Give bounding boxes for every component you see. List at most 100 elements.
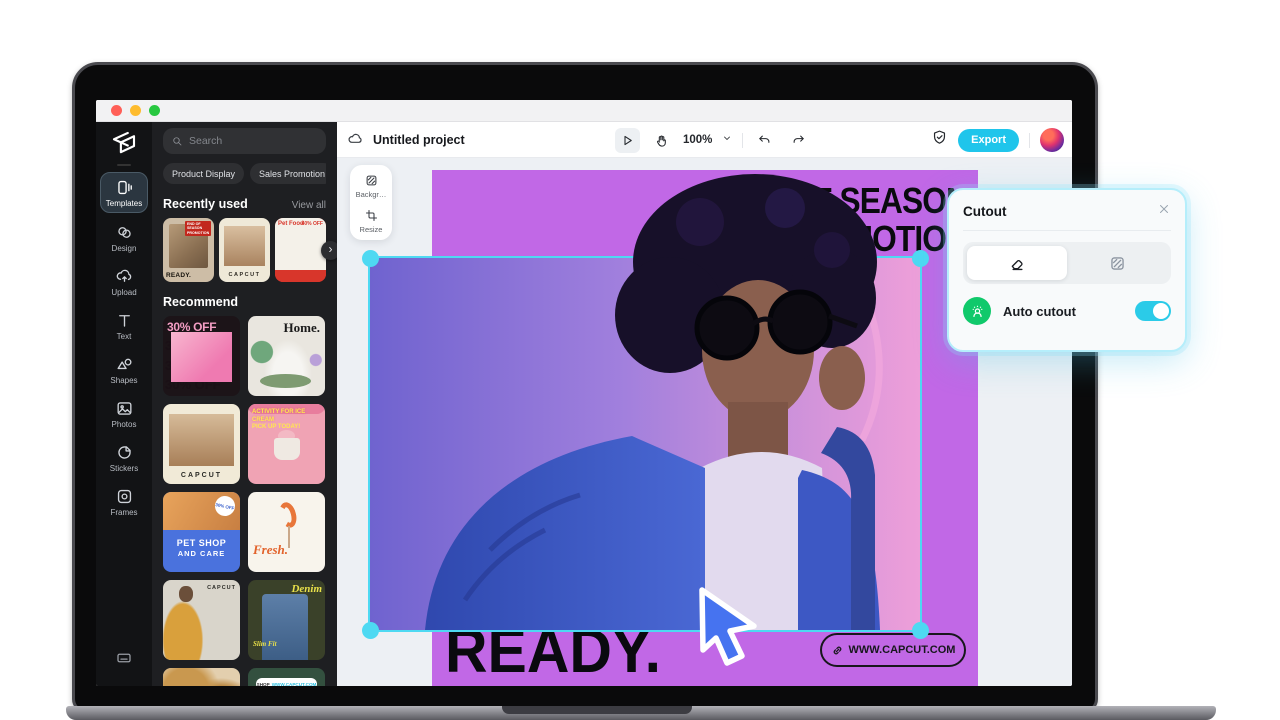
select-tool-button[interactable]	[615, 128, 640, 153]
template-title: Home.	[284, 320, 320, 336]
template-badge: 40% OFF	[302, 221, 323, 227]
template-title: PET SHOP	[163, 538, 240, 548]
template-capcut-group[interactable]: CAPCUT	[163, 404, 240, 484]
play-icon	[620, 133, 635, 148]
template-art: SHOP WWW.CAPCUT.COM	[256, 678, 317, 686]
sidebar-item-frames[interactable]: Frames	[100, 482, 148, 521]
template-handmade[interactable]: HANDMADE	[163, 668, 240, 686]
page: Templates Design Upload Text	[0, 0, 1280, 720]
selected-photo[interactable]	[370, 170, 920, 630]
sidebar-item-templates[interactable]: Templates	[100, 172, 148, 213]
poster-url-text: WWW.CAPCUT.COM	[849, 644, 956, 656]
sidebar-item-label: Frames	[110, 508, 137, 517]
undo-icon	[757, 133, 772, 148]
sidebar-item-text[interactable]: Text	[100, 306, 148, 345]
eraser-tab[interactable]	[967, 246, 1067, 280]
template-home[interactable]: Home.	[248, 316, 325, 396]
zoom-level[interactable]: 100%	[683, 134, 712, 146]
close-window-button[interactable]	[111, 105, 122, 116]
sidebar-item-stickers[interactable]: Stickers	[100, 438, 148, 477]
recent-template-pet-food[interactable]: Pet Food 40% OFF	[275, 218, 326, 282]
recommend-title: Recommend	[163, 295, 238, 309]
template-ice-cream[interactable]: ACTIVITY FOR ICE CREAM PICK UP TODAY!	[248, 404, 325, 484]
recently-used-header: Recently used View all	[163, 197, 326, 211]
stickers-icon	[115, 443, 134, 462]
topbar-right: Export	[931, 122, 1064, 158]
keyboard-icon	[115, 649, 133, 667]
template-caption: READY.	[166, 272, 191, 279]
canvas-tools: Backgr… Resize	[350, 165, 392, 240]
template-subtitle: PICK UP TODAY!	[252, 424, 300, 430]
minimize-window-button[interactable]	[130, 105, 141, 116]
template-pill-prefix: SHOP	[257, 682, 270, 687]
view-all-link[interactable]: View all	[292, 200, 326, 211]
project-title[interactable]: Untitled project	[373, 133, 465, 147]
recommend-grid: 30% OFF30% OFF30% OFF 30% OFF Home. CAPC…	[163, 316, 326, 686]
template-denim[interactable]: Denim Slim Fit	[248, 580, 325, 660]
macos-titlebar	[96, 100, 1072, 122]
redo-icon	[791, 133, 806, 148]
selection-handle-top-left[interactable]	[362, 250, 379, 267]
poster-url-pill[interactable]: WWW.CAPCUT.COM	[820, 633, 966, 667]
maximize-window-button[interactable]	[149, 105, 160, 116]
keyboard-shortcuts-button[interactable]	[115, 649, 133, 672]
sidebar-item-photos[interactable]: Photos	[100, 394, 148, 433]
sidebar-item-upload[interactable]: Upload	[100, 262, 148, 301]
cutout-title: Cutout	[963, 204, 1006, 219]
sidebar-item-label: Shapes	[110, 376, 137, 385]
templates-panel: Product Display Sales Promotion Recently…	[152, 122, 337, 686]
sidebar-rail: Templates Design Upload Text	[96, 122, 152, 686]
resize-tool-button[interactable]: Resize	[350, 208, 392, 234]
recent-template-end-of-season[interactable]: END OF SEASON PROMOTION READY.	[163, 218, 214, 282]
divider	[742, 133, 743, 148]
template-pet-shop[interactable]: 30% OFF PET SHOP AND CARE	[163, 492, 240, 572]
hand-tool-button[interactable]	[649, 128, 674, 153]
template-30-off[interactable]: 30% OFF30% OFF30% OFF 30% OFF	[163, 316, 240, 396]
sidebar-item-shapes[interactable]: Shapes	[100, 350, 148, 389]
selection-handle-bottom-right[interactable]	[912, 622, 929, 639]
close-button[interactable]	[1157, 202, 1171, 221]
cloud-sync-icon	[347, 131, 364, 148]
template-art	[224, 226, 265, 266]
search-input[interactable]	[189, 135, 318, 147]
screen: Templates Design Upload Text	[96, 100, 1072, 686]
search-bar[interactable]	[163, 128, 326, 154]
chip-sales-promotion[interactable]: Sales Promotion	[250, 163, 326, 184]
recent-template-capcut-group[interactable]: CAPCUT	[219, 218, 270, 282]
auto-cutout-label: Auto cutout	[1003, 304, 1123, 319]
auto-cutout-toggle[interactable]	[1135, 301, 1171, 321]
recently-used-row: END OF SEASON PROMOTION READY. CAPCUT Pe…	[163, 218, 326, 282]
template-fashion-capcut[interactable]: CAPCUT	[163, 580, 240, 660]
background-tool-button[interactable]: Backgr…	[350, 173, 392, 199]
canvas-controls: 100%	[615, 122, 811, 158]
sidebar-item-label: Upload	[111, 288, 136, 297]
template-title: WWW.CAPCUT.COM	[272, 682, 317, 687]
rail-divider	[117, 164, 131, 166]
sidebar-item-design[interactable]: Design	[100, 218, 148, 257]
shapes-icon	[115, 355, 134, 374]
zoom-dropdown[interactable]	[721, 131, 733, 149]
export-button[interactable]: Export	[958, 129, 1019, 152]
template-title: CAPCUT	[207, 585, 236, 591]
selection-handle-bottom-left[interactable]	[362, 622, 379, 639]
remove-background-icon	[1108, 254, 1127, 273]
undo-button[interactable]	[752, 128, 777, 153]
selection-handle-top-right[interactable]	[912, 250, 929, 267]
editor-topbar: Untitled project 100%	[337, 122, 1072, 158]
chip-product-display[interactable]: Product Display	[163, 163, 244, 184]
template-fresh[interactable]: Fresh.	[248, 492, 325, 572]
sidebar-item-label: Stickers	[110, 464, 138, 473]
template-capcut-url[interactable]: SHOP WWW.CAPCUT.COM	[248, 668, 325, 686]
privacy-shield-button[interactable]	[931, 129, 948, 151]
link-icon	[831, 644, 844, 657]
carousel-next-button[interactable]: ›	[321, 241, 337, 260]
search-icon	[171, 135, 183, 147]
close-icon	[1157, 202, 1171, 216]
remove-background-tab[interactable]	[1067, 246, 1167, 280]
redo-button[interactable]	[786, 128, 811, 153]
template-art	[262, 594, 308, 660]
avatar[interactable]	[1040, 128, 1064, 152]
sidebar-item-label: Text	[117, 332, 132, 341]
upload-icon	[115, 267, 134, 286]
eraser-icon	[1008, 254, 1027, 273]
